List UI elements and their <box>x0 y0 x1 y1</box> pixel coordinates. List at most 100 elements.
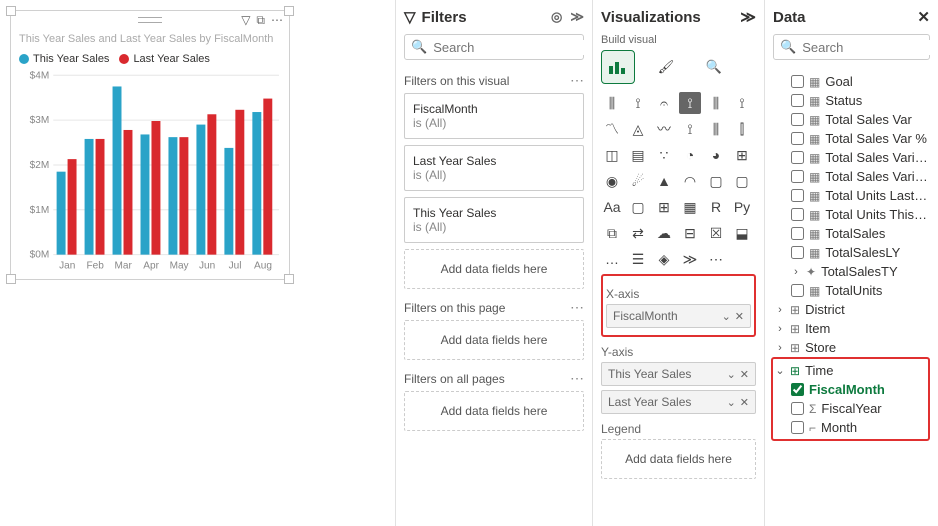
viz-type-icon[interactable]: ◕ <box>705 144 727 166</box>
viz-type-icon[interactable]: ☰ <box>627 248 649 270</box>
field-row[interactable]: ▦Total Sales Var <box>773 110 930 129</box>
filter-icon[interactable]: ▽ <box>241 13 250 28</box>
tab-format[interactable]: 🖌 <box>649 50 683 84</box>
add-filter-all[interactable]: Add data fields here <box>404 391 584 431</box>
viz-type-icon[interactable]: R <box>705 196 727 218</box>
viz-type-icon[interactable]: ⊞ <box>731 144 753 166</box>
viz-type-icon[interactable]: ⫼ <box>705 92 727 114</box>
svg-text:Aug: Aug <box>254 261 272 272</box>
viz-type-icon[interactable]: ⊟ <box>679 222 701 244</box>
eye-icon[interactable]: ◎ <box>551 9 562 25</box>
yaxis-field-1[interactable]: This Year Sales⌄✕ <box>601 362 756 386</box>
time-highlight: ⌄⊞Time FiscalMonthΣFiscalYear⌐Month <box>771 357 930 441</box>
field-row[interactable]: ▦Status <box>773 91 930 110</box>
field-row[interactable]: ▦TotalSales <box>773 224 930 243</box>
viz-type-icon[interactable]: ◫ <box>601 144 623 166</box>
drag-handle-icon[interactable] <box>138 17 162 23</box>
data-search[interactable]: 🔍 <box>773 34 930 60</box>
svg-text:Jul: Jul <box>229 261 242 272</box>
field-row[interactable]: ΣFiscalYear <box>773 399 928 418</box>
field-row[interactable]: FiscalMonth <box>773 380 928 399</box>
viz-type-icon[interactable]: ⋯ <box>705 248 727 270</box>
viz-type-icon[interactable]: ⇄ <box>627 222 649 244</box>
search-input[interactable] <box>433 40 592 55</box>
search-input[interactable] <box>802 40 938 55</box>
collapse-icon[interactable]: ≫ <box>570 9 584 25</box>
viz-type-icon[interactable]: ☄ <box>627 170 649 192</box>
field-row[interactable]: ⌐Month <box>773 418 928 437</box>
table-row[interactable]: ›⊞Item <box>773 319 930 338</box>
viz-type-icon[interactable]: ◬ <box>627 118 649 140</box>
viz-type-icon[interactable]: ≫ <box>679 248 701 270</box>
viz-type-icon[interactable]: ⧉ <box>601 222 623 244</box>
viz-type-icon[interactable]: Aa <box>601 196 623 218</box>
viz-type-icon[interactable]: ⊞ <box>653 196 675 218</box>
legend-add[interactable]: Add data fields here <box>601 439 756 479</box>
viz-type-icon[interactable]: ⬓ <box>731 222 753 244</box>
field-totalsalesty[interactable]: ›✦TotalSalesTY <box>773 262 930 281</box>
table-time[interactable]: ⌄⊞Time <box>773 361 928 380</box>
close-icon[interactable]: ✕ <box>917 8 930 26</box>
more-icon[interactable]: ⋯ <box>570 370 584 387</box>
report-canvas[interactable]: ▽ ⧉ ⋯ This Year Sales and Last Year Sale… <box>0 0 395 526</box>
viz-type-icon[interactable]: ◈ <box>653 248 675 270</box>
viz-type-icon[interactable]: ▤ <box>627 144 649 166</box>
chart-visual[interactable]: ▽ ⧉ ⋯ This Year Sales and Last Year Sale… <box>10 10 290 280</box>
filter-card[interactable]: Last Year Salesis (All) <box>404 145 584 191</box>
yaxis-field-2[interactable]: Last Year Sales⌄✕ <box>601 390 756 414</box>
viz-type-icon[interactable]: ◔ <box>679 144 701 166</box>
field-row[interactable]: ▦Total Sales Var % <box>773 129 930 148</box>
filters-search[interactable]: 🔍 <box>404 34 584 60</box>
svg-text:$1M: $1M <box>30 205 50 216</box>
collapse-icon[interactable]: ≫ <box>740 8 756 26</box>
field-row[interactable]: ▦TotalSalesLY <box>773 243 930 262</box>
more-icon[interactable]: ⋯ <box>271 13 283 28</box>
table-row[interactable]: ›⊞Store <box>773 338 930 357</box>
viz-type-icon[interactable]: ☒ <box>705 222 727 244</box>
viz-type-icon[interactable]: ⟟ <box>731 92 753 114</box>
field-row[interactable]: ▦Total Sales Vari… <box>773 148 930 167</box>
viz-type-icon[interactable]: ⟟ <box>679 118 701 140</box>
viz-type-icon[interactable]: ◠ <box>679 170 701 192</box>
add-filter-page[interactable]: Add data fields here <box>404 320 584 360</box>
svg-text:Feb: Feb <box>87 261 105 272</box>
viz-type-icon[interactable]: ⫼ <box>705 118 727 140</box>
field-row[interactable]: ▦Total Units Last… <box>773 186 930 205</box>
focus-icon[interactable]: ⧉ <box>256 13 265 28</box>
field-row[interactable]: ▦Total Sales Vari… <box>773 167 930 186</box>
viz-type-icon[interactable]: 〽 <box>601 118 623 140</box>
more-icon[interactable]: ⋯ <box>570 72 584 89</box>
tab-build-visual[interactable] <box>601 50 635 84</box>
field-totalunits[interactable]: ▦TotalUnits <box>773 281 930 300</box>
chart-plot: $0M$1M$2M$3M$4MJanFebMarAprMayJunJulAug <box>11 69 289 279</box>
viz-type-icon[interactable]: 〰 <box>653 118 675 140</box>
table-row[interactable]: ›⊞District <box>773 300 930 319</box>
viz-type-icon[interactable]: ▲ <box>653 170 675 192</box>
viz-type-icon[interactable]: ▦ <box>679 196 701 218</box>
viz-type-icon[interactable]: ⟟ <box>627 92 649 114</box>
filters-title: Filters <box>422 9 467 26</box>
add-filter-visual[interactable]: Add data fields here <box>404 249 584 289</box>
viz-type-icon[interactable]: ⫼ <box>601 92 623 114</box>
filter-card[interactable]: FiscalMonthis (All) <box>404 93 584 139</box>
tab-analytics[interactable]: 🔍 <box>697 50 731 84</box>
xaxis-field[interactable]: FiscalMonth⌄✕ <box>606 304 751 328</box>
field-row[interactable]: ▦Total Units This… <box>773 205 930 224</box>
more-icon[interactable]: ⋯ <box>570 299 584 316</box>
viz-type-icon[interactable]: ⫿ <box>731 118 753 140</box>
field-row[interactable]: ▦Goal <box>773 72 930 91</box>
viz-type-icon[interactable]: ☁ <box>653 222 675 244</box>
viz-type-icon[interactable]: ▢ <box>627 196 649 218</box>
viz-type-icon[interactable]: ▢ <box>731 170 753 192</box>
search-icon: 🔍 <box>411 39 427 55</box>
filter-card[interactable]: This Year Salesis (All) <box>404 197 584 243</box>
viz-type-icon[interactable]: ▢ <box>705 170 727 192</box>
visual-header[interactable]: ▽ ⧉ ⋯ <box>11 11 289 29</box>
viz-type-icon[interactable]: … <box>601 248 623 270</box>
svg-text:Apr: Apr <box>143 261 159 272</box>
viz-type-icon[interactable]: 𝄐 <box>653 92 675 114</box>
viz-type-icon[interactable]: ◉ <box>601 170 623 192</box>
viz-type-icon[interactable]: ⟟ <box>679 92 701 114</box>
viz-type-icon[interactable]: Py <box>731 196 753 218</box>
viz-type-icon[interactable]: ∵ <box>653 144 675 166</box>
